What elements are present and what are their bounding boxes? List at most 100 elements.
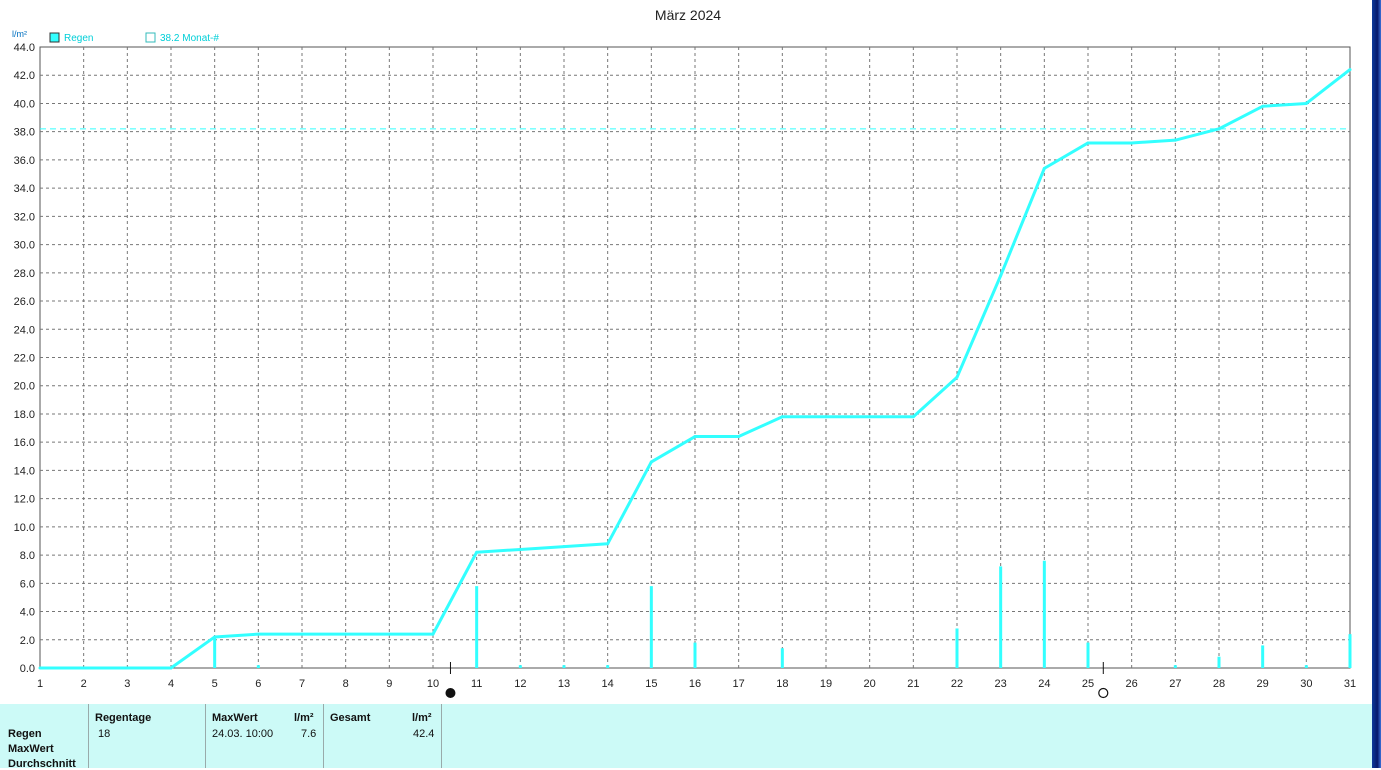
x-tick-label: 14 [602,678,614,690]
row-label-regen: Regen [8,728,42,740]
x-tick-label: 2 [81,678,87,690]
data-point [824,415,828,419]
x-tick-label: 31 [1344,678,1356,690]
x-tick-label: 8 [343,678,349,690]
y-tick-label: 28.0 [14,268,35,280]
data-point [300,632,304,636]
x-tick-label: 16 [689,678,701,690]
x-tick-label: 27 [1169,678,1181,690]
x-axis-ticks: 1 2 3 4 5 6 7 8 9 10 11 12 13 14 15 16 17 18 19 20 21 22 23 24 2… [37,678,1356,690]
x-tick-label: 22 [951,678,963,690]
daily-rain-bar [475,586,479,668]
y-tick-label: 42.0 [14,70,35,82]
maxwert-unit: l/m² [294,712,314,724]
cumulative-rain-points [38,68,1352,670]
window-edge-decoration [1372,0,1381,768]
y-tick-label: 40.0 [14,98,35,110]
y-tick-label: 26.0 [14,296,35,308]
daily-rain-bar [1348,634,1352,668]
x-tick-label: 19 [820,678,832,690]
x-tick-label: 5 [212,678,218,690]
maxwert-value: 7.6 [301,728,317,740]
column-divider [88,704,89,768]
column-divider [441,704,442,768]
daily-rain-bar [1261,645,1265,668]
data-point [387,632,391,636]
gesamt-header: Gesamt [330,712,371,724]
x-tick-label: 13 [558,678,570,690]
gesamt-value: 42.4 [413,728,435,740]
legend-swatch-reference [145,32,156,43]
legend-label-regen: Regen [64,33,93,44]
data-point [1348,68,1352,72]
row-label-durchschnitt: Durchschnitt [8,758,76,770]
x-tick-label: 29 [1257,678,1269,690]
cumulative-rain-line [40,68,1351,670]
new-moon-icon [445,688,456,698]
x-tick-label: 18 [776,678,788,690]
full-moon-icon [1098,687,1109,699]
y-tick-label: 0.0 [20,663,35,675]
y-tick-label: 24.0 [14,324,35,336]
x-tick-label: 10 [427,678,439,690]
x-tick-label: 24 [1038,678,1050,690]
legend-swatch-regen [49,32,60,43]
maxwert-header: MaxWert [212,712,258,724]
x-tick-label: 6 [255,678,261,690]
daily-rain-bar [1173,665,1177,668]
gesamt-unit: l/m² [412,712,432,724]
y-tick-label: 22.0 [14,353,35,365]
data-point [1042,166,1046,170]
data-point [38,666,42,670]
y-tick-label: 38.0 [14,127,35,139]
daily-rain-bar [999,566,1003,668]
data-point [213,635,217,639]
daily-rain-bar [256,665,260,668]
y-tick-label: 8.0 [20,550,35,562]
daily-rain-bar [780,648,784,668]
data-point [911,415,915,419]
chart-title: März 2024 [655,7,721,23]
y-tick-label: 14.0 [14,465,35,477]
data-point [649,460,653,464]
x-tick-label: 3 [124,678,130,690]
x-tick-label: 7 [299,678,305,690]
x-tick-label: 9 [386,678,392,690]
x-tick-label: 28 [1213,678,1225,690]
data-point [562,545,566,549]
y-tick-label: 36.0 [14,155,35,167]
x-tick-label: 21 [907,678,919,690]
x-tick-label: 11 [471,678,482,690]
data-point [868,415,872,419]
data-point [1173,138,1177,142]
y-tick-label: 34.0 [14,183,35,195]
data-point [125,666,129,670]
data-point [737,435,741,439]
x-tick-label: 25 [1082,678,1094,690]
data-point [1261,104,1265,108]
y-tick-label: 10.0 [14,522,35,534]
daily-rain-bar [213,636,217,668]
data-point [169,666,173,670]
y-tick-label: 12.0 [14,494,35,506]
y-axis-ticks: 0.0 2.0 4.0 6.0 8.0 10.0 12.0 14.0 16.0 18.0 20.0 2… [14,42,35,675]
y-tick-label: 2.0 [20,635,35,647]
regentage-header: Regentage [95,712,152,724]
column-divider [323,704,324,768]
y-tick-label: 44.0 [14,42,35,54]
data-point [344,632,348,636]
y-tick-label: 20.0 [14,381,35,393]
data-point [256,632,260,636]
x-tick-label: 30 [1300,678,1312,690]
y-tick-label: 18.0 [14,409,35,421]
x-tick-label: 20 [864,678,876,690]
x-tick-label: 15 [645,678,657,690]
y-tick-label: 32.0 [14,211,35,223]
x-tick-label: 12 [514,678,526,690]
data-point [1304,101,1308,105]
y-tick-label: 6.0 [20,578,35,590]
daily-rain-bar [1304,665,1308,668]
legend-label-reference: 38.2 Monat-# [160,33,219,44]
x-tick-label: 26 [1126,678,1138,690]
data-point [475,550,479,554]
